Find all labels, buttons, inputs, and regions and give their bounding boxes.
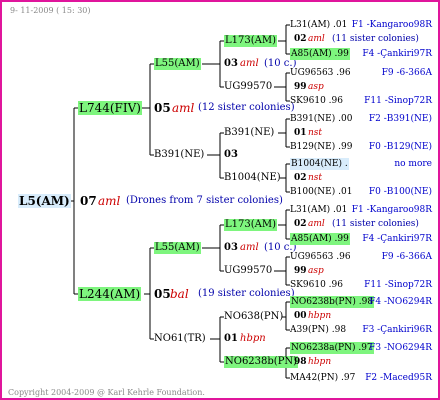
leaf-origin: F4 -Çankiri97R [362,49,432,59]
leaf-gen: 99 [294,266,307,276]
leaf-queen[interactable]: UG96563 .96 [290,251,351,263]
g3-e-race: aml [240,242,259,253]
g2-top-b-queen[interactable]: B391(NE) [154,149,204,161]
leaf-queen[interactable]: B100(NE) .01 [290,186,352,198]
leaf-queen[interactable]: A85(AM) .99 [290,48,350,60]
g1-top-note: (12 sister colonies) [198,102,295,113]
leaf-race: asp [308,82,324,92]
root-race: aml [98,194,121,208]
leaf-queen[interactable]: MA42(PN) .97 [290,372,355,384]
g2-bottom-a-queen[interactable]: L55(AM) [154,242,201,254]
g3-c-gen: 03 [224,149,238,160]
leaf-queen[interactable]: B1004(NE) . [290,158,349,170]
leaf-origin: F2 -B391(NE) [368,114,432,124]
g1-bottom-race: bal [170,287,189,301]
leaf-origin: F3 -Çankiri96R [362,325,432,335]
g1-top-queen[interactable]: L744(FIV) [78,101,142,115]
g3-f-queen[interactable]: UG99570 [224,265,272,277]
leaf-queen[interactable]: UG96563 .96 [290,67,351,79]
leaf-queen[interactable]: A85(AM) .99 [290,233,350,245]
leaf-note: (11 sister colonies) [332,219,419,229]
g3-g-race: hbpn [240,333,266,344]
leaf-origin: F0 -B100(NE) [368,187,432,197]
date-label: 9- 11-2009 ( 15: 30) [10,6,91,15]
leaf-queen[interactable]: SK9610 .96 [290,95,343,107]
leaf-race: hbpn [308,311,332,321]
g1-top-gen: 05 [154,101,171,115]
g3-e-gen: 03 [224,242,238,253]
leaf-race: nst [308,173,323,183]
g3-b-queen[interactable]: UG99570 [224,81,272,93]
g1-bottom-queen[interactable]: L244(AM) [78,287,142,301]
g3-d-queen[interactable]: B1004(NE) [224,172,281,184]
leaf-origin: F1 -Kangaroo98R [351,20,432,30]
g2-bottom-b-queen[interactable]: NO61(TR) [154,333,206,345]
g2-top-a-queen[interactable]: L55(AM) [154,58,201,70]
leaf-origin: F9 -6-366A [381,68,432,78]
leaf-origin: F3 -NO6294R [369,343,432,353]
g1-bottom-gen: 05 [154,287,171,301]
leaf-origin: F4 -Çankiri97R [362,234,432,244]
g3-g-gen: 01 [224,333,238,344]
leaf-gen: 02 [294,219,307,229]
leaf-gen: 02 [294,173,307,183]
g3-c-queen[interactable]: B391(NE) [224,127,274,139]
leaf-gen: 98 [294,357,307,367]
g3-a-gen: 03 [224,58,238,69]
leaf-origin: F11 -Sinop72R [364,280,432,290]
leaf-origin: F9 -6-366A [381,252,432,262]
leaf-queen[interactable]: B129(NE) .99 [290,141,352,153]
g3-h-queen[interactable]: NO6238b(PN) [224,356,299,368]
leaf-queen[interactable]: A39(PN) .98 [290,324,346,336]
leaf-race: asp [308,266,324,276]
root-note: (Drones from 7 sister colonies) [126,195,283,206]
leaf-note: (11 sister colonies) [332,34,419,44]
leaf-queen[interactable]: SK9610 .96 [290,279,343,291]
g1-top-race: aml [172,101,195,115]
g3-e-queen[interactable]: L173(AM) [224,219,277,231]
leaf-origin: F11 -Sinop72R [364,96,432,106]
leaf-queen[interactable]: B391(NE) .00 [290,113,352,125]
leaf-race: nst [308,128,323,138]
leaf-queen[interactable]: NO6238b(PN) .98 [290,296,375,308]
leaf-gen: 01 [294,128,307,138]
leaf-origin: no more [394,159,432,169]
copyright: Copyright 2004-2009 @ Karl Kehrle Founda… [8,388,205,397]
g1-bottom-note: (19 sister colonies) [198,288,295,299]
leaf-race: aml [308,219,325,229]
g3-a-queen[interactable]: L173(AM) [224,35,277,47]
leaf-gen: 99 [294,82,307,92]
leaf-race: aml [308,34,325,44]
g3-a-race: aml [240,58,259,69]
root-gen: 07 [80,194,97,208]
leaf-origin: F0 -B129(NE) [368,142,432,152]
leaf-gen: 02 [294,34,307,44]
pedigree-panel: 9- 11-2009 ( 15: 30) L5(AM) 07 aml (Dron… [0,0,440,400]
leaf-race: hbpn [308,357,332,367]
g3-g-queen[interactable]: NO638(PN) [224,311,283,323]
leaf-gen: 00 [294,311,307,321]
root-queen[interactable]: L5(AM) [18,194,71,208]
leaf-queen[interactable]: L31(AM) .01 [290,19,347,31]
leaf-origin: F2 -Maced95R [365,373,432,383]
leaf-queen[interactable]: L31(AM) .01 [290,204,347,216]
leaf-origin: F1 -Kangaroo98R [351,205,432,215]
leaf-origin: F4 -NO6294R [369,297,432,307]
leaf-queen[interactable]: NO6238a(PN) .97 [290,342,374,354]
